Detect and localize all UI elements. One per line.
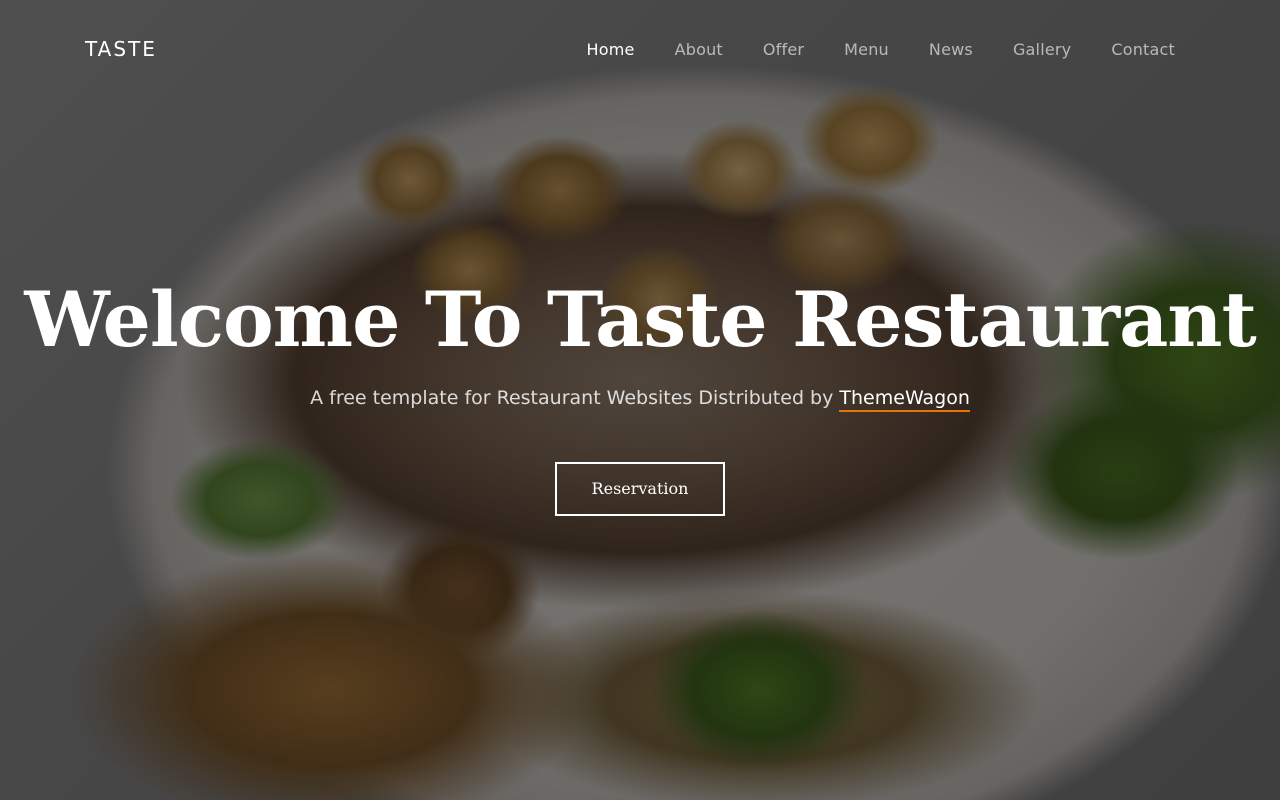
nav-menu: Home About Offer Menu News Gallery Conta… (547, 40, 1175, 60)
nav-item-menu: Menu (844, 40, 889, 60)
nav-link-gallery[interactable]: Gallery (1013, 40, 1071, 59)
nav-item-about: About (675, 40, 723, 60)
nav-item-contact: Contact (1111, 40, 1175, 60)
hero-title: Welcome To Taste Restaurant (24, 275, 1256, 364)
nav-item-home: Home (587, 40, 635, 60)
hero-subtitle-text: A free template for Restaurant Websites … (310, 387, 840, 409)
nav-link-contact[interactable]: Contact (1111, 40, 1175, 59)
nav-link-menu[interactable]: Menu (844, 40, 889, 59)
nav-item-gallery: Gallery (1013, 40, 1071, 60)
navbar: TASTE Home About Offer Menu News Gallery… (0, 0, 1280, 100)
nav-link-home[interactable]: Home (587, 40, 635, 59)
reservation-button[interactable]: Reservation (555, 462, 725, 516)
brand-logo[interactable]: TASTE (85, 37, 157, 61)
nav-item-offer: Offer (763, 40, 804, 60)
nav-item-news: News (929, 40, 973, 60)
hero-content: Welcome To Taste Restaurant A free templ… (0, 270, 1280, 516)
themewagon-link[interactable]: ThemeWagon (839, 387, 970, 412)
nav-link-about[interactable]: About (675, 40, 723, 59)
nav-link-news[interactable]: News (929, 40, 973, 59)
nav-link-offer[interactable]: Offer (763, 40, 804, 59)
hero-subtitle: A free template for Restaurant Websites … (0, 384, 1280, 412)
hero-section: TASTE Home About Offer Menu News Gallery… (0, 0, 1280, 800)
